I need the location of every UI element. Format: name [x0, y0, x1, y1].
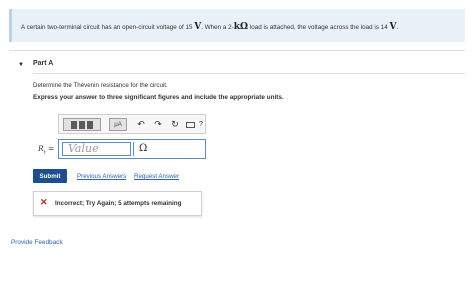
reset-icon[interactable]: ↻ — [169, 118, 181, 131]
divider-part — [33, 73, 465, 74]
help-button[interactable]: ? — [196, 118, 206, 131]
answer-label: Rt = — [38, 144, 54, 156]
express-instruction: Express your answer to three significant… — [33, 94, 284, 101]
template-square-icon — [79, 120, 85, 129]
part-title[interactable]: Part A — [33, 60, 53, 67]
instruction-text: Determine the Thévenin resistance for th… — [33, 82, 168, 89]
redo-icon[interactable]: ↷ — [152, 118, 164, 131]
problem-text-part-2: . When a 2- — [201, 24, 234, 31]
resistance-unit: kΩ — [233, 22, 249, 32]
problem-text-part-4: . — [396, 24, 399, 31]
unit-input[interactable]: Ω — [133, 142, 205, 156]
problem-text-part-1: A certain two-terminal circuit has an op… — [21, 24, 193, 31]
previous-answers-link[interactable]: Previous Answers — [77, 173, 126, 180]
template-square-icon — [71, 120, 77, 129]
submit-button[interactable]: Submit — [33, 169, 67, 183]
equation-toolbar: μA ↶ ↷ ↻ ? — [58, 114, 206, 134]
problem-statement: A certain two-terminal circuit has an op… — [9, 9, 465, 42]
answer-box: Value Ω — [58, 139, 206, 159]
provide-feedback-link[interactable]: Provide Feedback — [11, 239, 63, 246]
keyboard-icon[interactable] — [184, 118, 196, 131]
undo-icon[interactable]: ↶ — [135, 118, 147, 131]
feedback-message: Incorrect; Try Again; 5 attempts remaini… — [55, 200, 182, 207]
templates-button[interactable] — [63, 118, 101, 131]
symbols-button[interactable]: μA — [109, 118, 127, 131]
problem-text-part-3: load is attached, the voltage across the… — [248, 24, 388, 31]
collapse-caret-icon[interactable]: ▼ — [18, 62, 24, 68]
divider-top — [9, 50, 465, 51]
error-x-icon: ✕ — [40, 197, 48, 207]
value-input[interactable]: Value — [62, 142, 131, 156]
request-answer-link[interactable]: Request Answer — [134, 173, 179, 180]
answer-label-equals: = — [45, 144, 55, 153]
template-square-icon — [87, 120, 93, 129]
feedback-box: ✕ Incorrect; Try Again; 5 attempts remai… — [33, 191, 202, 216]
problem-text: A certain two-terminal circuit has an op… — [21, 22, 398, 32]
